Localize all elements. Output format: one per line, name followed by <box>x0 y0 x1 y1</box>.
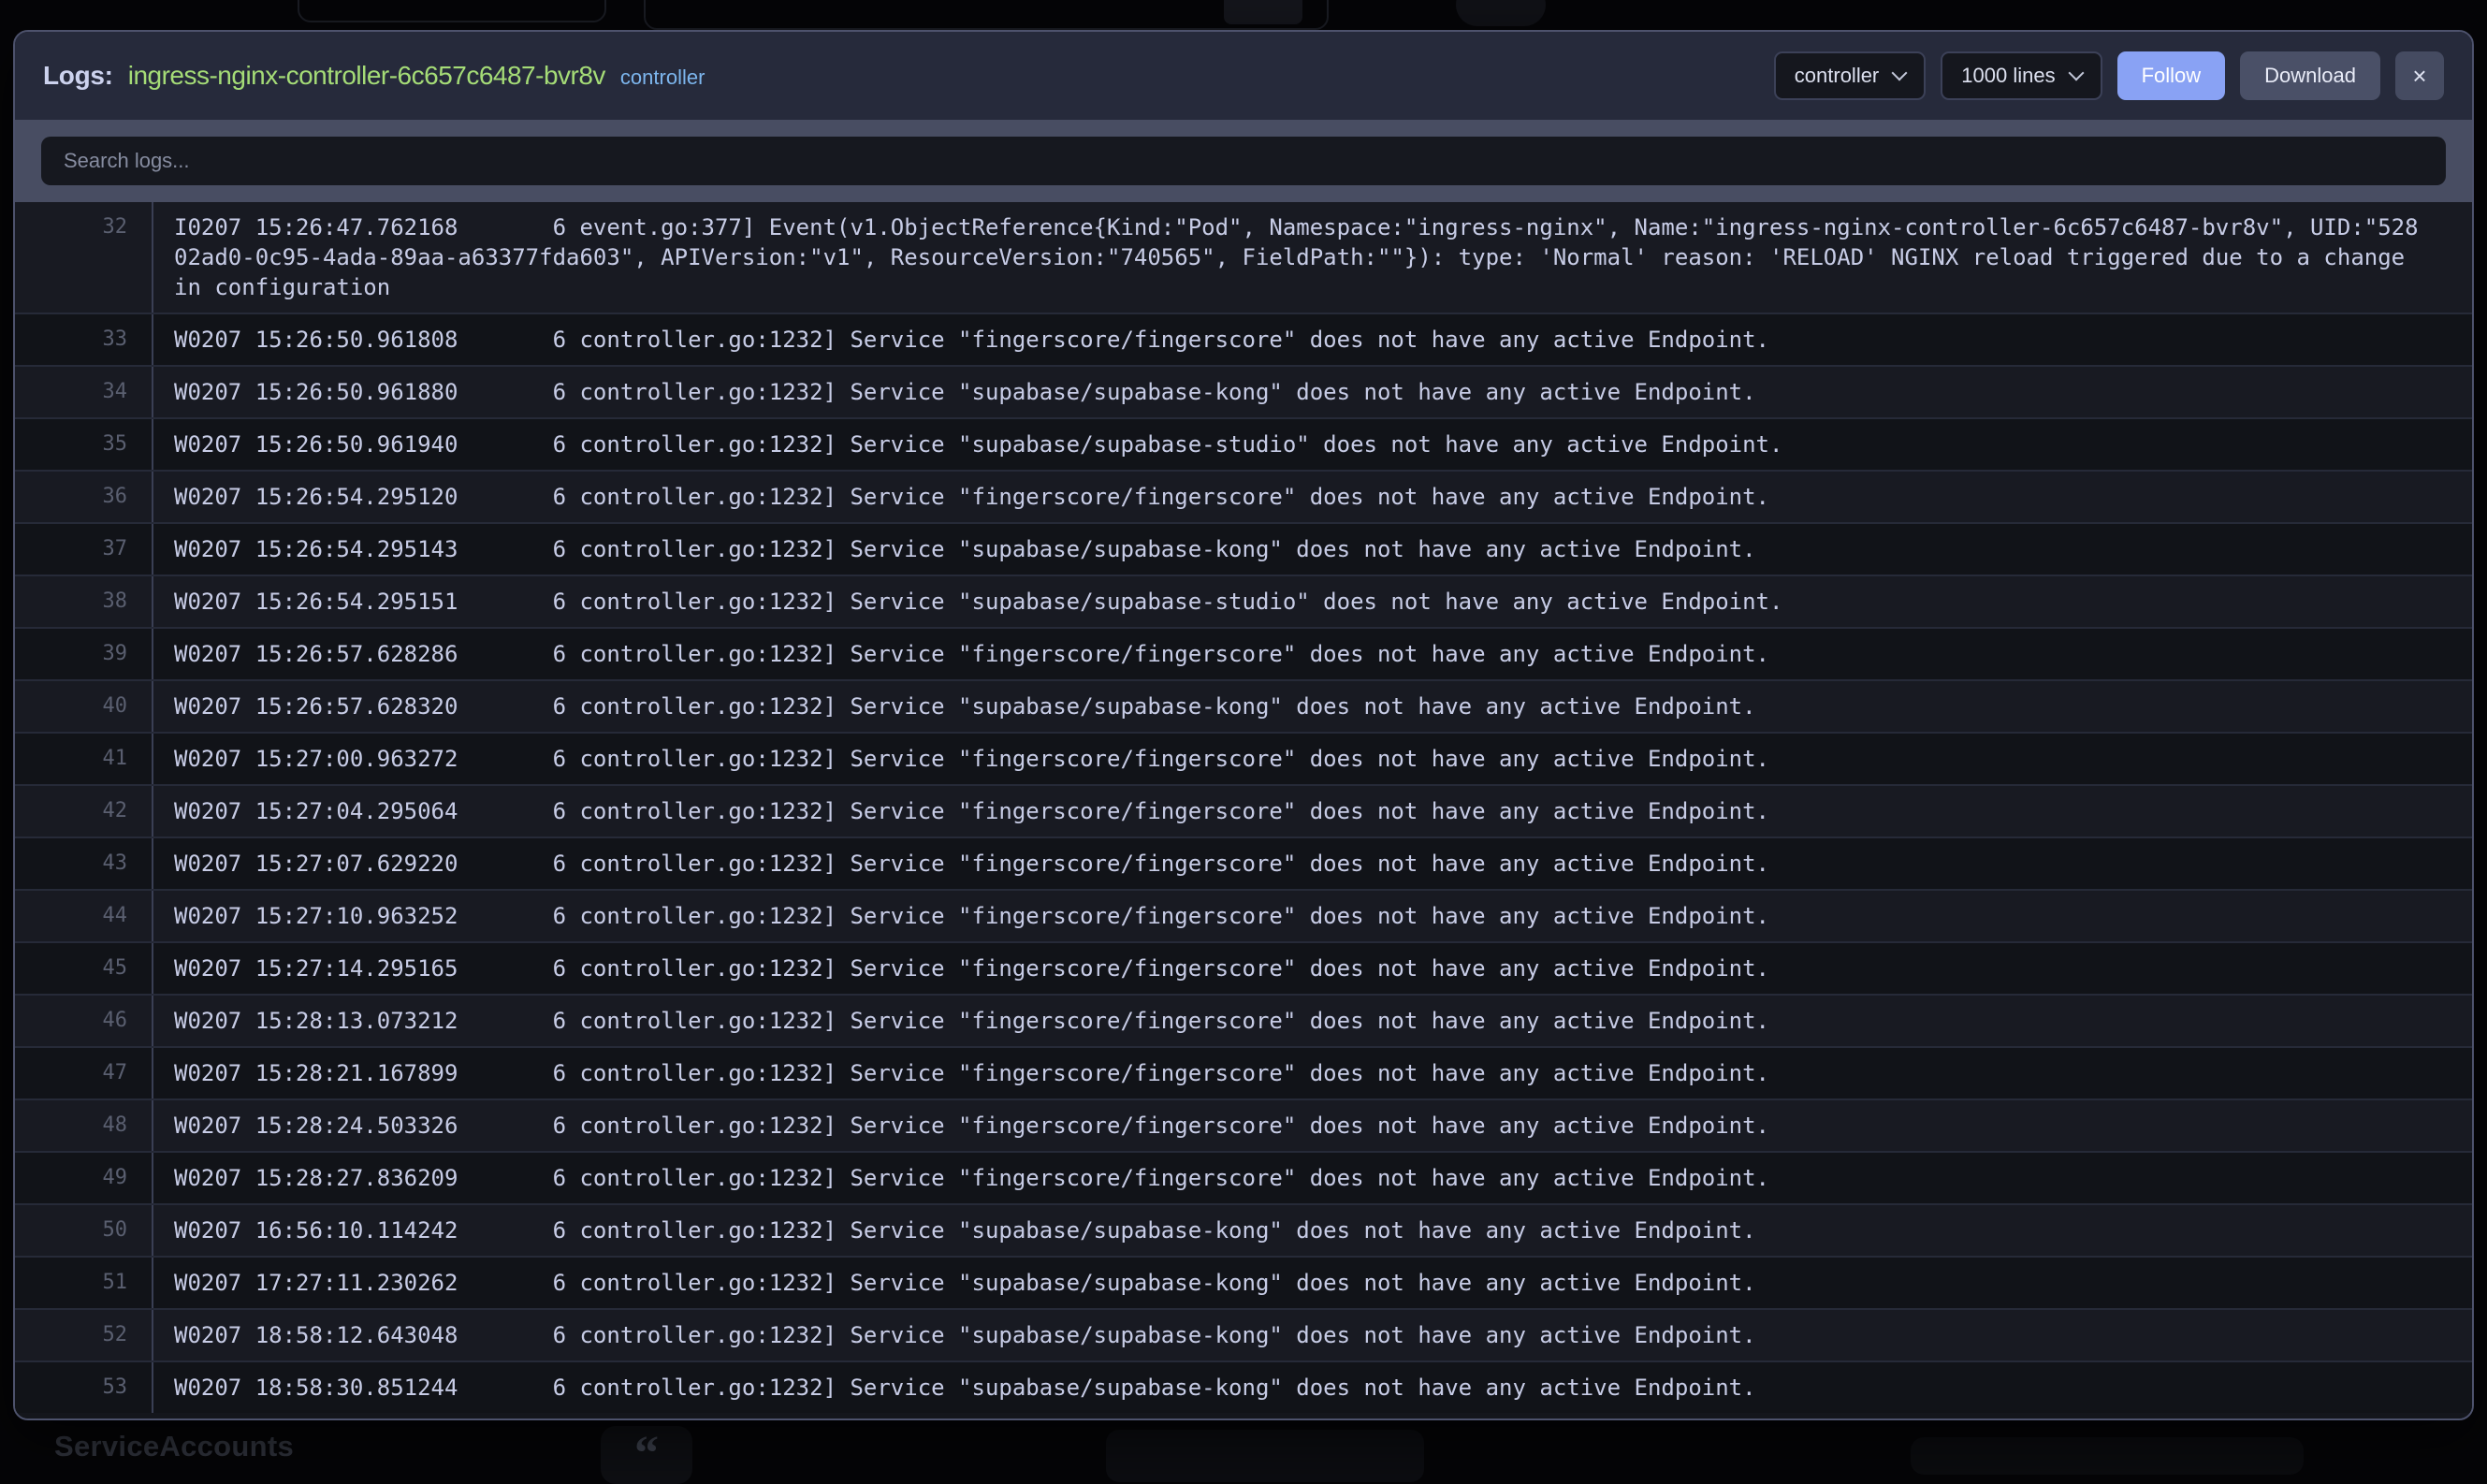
log-line-text: W0207 16:56:10.114242 6 controller.go:12… <box>153 1205 2472 1256</box>
log-line-text: W0207 15:27:00.963272 6 controller.go:12… <box>153 734 2472 784</box>
log-line-number: 33 <box>15 314 153 365</box>
background-quote-icon: “ <box>601 1426 692 1484</box>
log-row: 35 W0207 15:26:50.961940 6 controller.go… <box>15 417 2472 470</box>
log-line-number: 39 <box>15 629 153 679</box>
log-line-number: 42 <box>15 786 153 837</box>
log-row: 48 W0207 15:28:24.503326 6 controller.go… <box>15 1098 2472 1151</box>
container-select[interactable]: controller <box>1774 51 1926 100</box>
log-line-text: W0207 15:28:27.836209 6 controller.go:12… <box>153 1153 2472 1203</box>
log-row: 43 W0207 15:27:07.629220 6 controller.go… <box>15 837 2472 889</box>
log-line-text: W0207 15:28:13.073212 6 controller.go:12… <box>153 996 2472 1046</box>
log-row: 49 W0207 15:28:27.836209 6 controller.go… <box>15 1151 2472 1203</box>
log-line-number: 41 <box>15 734 153 784</box>
log-line-text: W0207 15:27:04.295064 6 controller.go:12… <box>153 786 2472 837</box>
log-row: 40 W0207 15:26:57.628320 6 controller.go… <box>15 679 2472 732</box>
log-line-number: 53 <box>15 1362 153 1413</box>
log-line-number: 37 <box>15 524 153 575</box>
lines-select-value: 1000 lines <box>1961 64 2055 88</box>
log-line-text: W0207 15:28:21.167899 6 controller.go:12… <box>153 1048 2472 1098</box>
background-button-outline <box>298 0 606 22</box>
log-row: 39 W0207 15:26:57.628286 6 controller.go… <box>15 627 2472 679</box>
log-line-text: W0207 15:26:54.295143 6 controller.go:12… <box>153 524 2472 575</box>
background-card-hint-2 <box>1911 1437 2304 1475</box>
log-line-number: 44 <box>15 891 153 941</box>
log-row: 45 W0207 15:27:14.295165 6 controller.go… <box>15 941 2472 994</box>
background-avatar-hint <box>1456 0 1546 26</box>
log-line-text: I0207 15:26:47.762168 6 event.go:377] Ev… <box>153 202 2472 313</box>
log-line-number: 38 <box>15 576 153 627</box>
log-row: 33 W0207 15:26:50.961808 6 controller.go… <box>15 313 2472 365</box>
lines-select[interactable]: 1000 lines <box>1941 51 2102 100</box>
log-line-number: 40 <box>15 681 153 732</box>
log-line-number: 34 <box>15 367 153 417</box>
pod-name: ingress-nginx-controller-6c657c6487-bvr8… <box>128 61 605 91</box>
log-line-text: W0207 18:58:12.643048 6 controller.go:12… <box>153 1310 2472 1360</box>
logs-title-group: Logs: ingress-nginx-controller-6c657c648… <box>43 61 705 91</box>
log-line-text: W0207 15:26:50.961880 6 controller.go:12… <box>153 367 2472 417</box>
search-input[interactable] <box>41 137 2446 185</box>
log-row: 36 W0207 15:26:54.295120 6 controller.go… <box>15 470 2472 522</box>
log-line-number: 46 <box>15 996 153 1046</box>
log-line-text: W0207 15:26:57.628286 6 controller.go:12… <box>153 629 2472 679</box>
log-row: 37 W0207 15:26:54.295143 6 controller.go… <box>15 522 2472 575</box>
download-button[interactable]: Download <box>2240 51 2380 100</box>
log-row: 47 W0207 15:28:21.167899 6 controller.go… <box>15 1046 2472 1098</box>
log-line-text: W0207 15:26:54.295120 6 controller.go:12… <box>153 472 2472 522</box>
log-line-text: W0207 18:58:30.851244 6 controller.go:12… <box>153 1362 2472 1413</box>
log-row: 41 W0207 15:27:00.963272 6 controller.go… <box>15 732 2472 784</box>
log-line-text: W0207 15:28:24.503326 6 controller.go:12… <box>153 1100 2472 1151</box>
log-line-number: 49 <box>15 1153 153 1203</box>
log-line-text: W0207 17:27:11.230262 6 controller.go:12… <box>153 1258 2472 1308</box>
logs-modal: Logs: ingress-nginx-controller-6c657c648… <box>13 30 2474 1420</box>
search-strip <box>15 120 2472 202</box>
logs-title-label: Logs: <box>43 61 113 91</box>
chevron-down-icon <box>2068 65 2084 81</box>
log-row: 52 W0207 18:58:12.643048 6 controller.go… <box>15 1308 2472 1360</box>
log-line-text: W0207 15:26:50.961940 6 controller.go:12… <box>153 419 2472 470</box>
log-row: 51 W0207 17:27:11.230262 6 controller.go… <box>15 1256 2472 1308</box>
log-line-number: 52 <box>15 1310 153 1360</box>
log-line-text: W0207 15:27:14.295165 6 controller.go:12… <box>153 943 2472 994</box>
log-row: 46 W0207 15:28:13.073212 6 controller.go… <box>15 994 2472 1046</box>
background-kbd-hint <box>1224 0 1302 24</box>
log-line-number: 47 <box>15 1048 153 1098</box>
header-controls: controller 1000 lines Follow Download × <box>1774 51 2444 100</box>
log-line-number: 43 <box>15 838 153 889</box>
log-row: 34 W0207 15:26:50.961880 6 controller.go… <box>15 365 2472 417</box>
log-line-number: 45 <box>15 943 153 994</box>
log-row: 44 W0207 15:27:10.963252 6 controller.go… <box>15 889 2472 941</box>
log-line-number: 48 <box>15 1100 153 1151</box>
log-line-text: W0207 15:26:50.961808 6 controller.go:12… <box>153 314 2472 365</box>
log-row: 32 I0207 15:26:47.762168 6 event.go:377]… <box>15 202 2472 313</box>
container-tag: controller <box>620 65 705 90</box>
log-line-text: W0207 15:26:54.295151 6 controller.go:12… <box>153 576 2472 627</box>
log-line-number: 50 <box>15 1205 153 1256</box>
log-row: 42 W0207 15:27:04.295064 6 controller.go… <box>15 784 2472 837</box>
log-line-number: 32 <box>15 202 153 313</box>
background-serviceaccounts-label: ServiceAccounts <box>54 1430 294 1463</box>
chevron-down-icon <box>1892 65 1908 81</box>
log-line-number: 36 <box>15 472 153 522</box>
follow-button[interactable]: Follow <box>2117 51 2226 100</box>
log-row: 53 W0207 18:58:30.851244 6 controller.go… <box>15 1360 2472 1413</box>
container-select-value: controller <box>1795 64 1879 88</box>
log-row: 50 W0207 16:56:10.114242 6 controller.go… <box>15 1203 2472 1256</box>
log-area[interactable]: 32 I0207 15:26:47.762168 6 event.go:377]… <box>15 202 2472 1419</box>
log-row: 38 W0207 15:26:54.295151 6 controller.go… <box>15 575 2472 627</box>
log-line-number: 51 <box>15 1258 153 1308</box>
log-line-number: 35 <box>15 419 153 470</box>
background-card-hint <box>1106 1430 1424 1482</box>
log-line-text: W0207 15:27:07.629220 6 controller.go:12… <box>153 838 2472 889</box>
log-line-text: W0207 15:27:10.963252 6 controller.go:12… <box>153 891 2472 941</box>
log-line-text: W0207 15:26:57.628320 6 controller.go:12… <box>153 681 2472 732</box>
logs-modal-header: Logs: ingress-nginx-controller-6c657c648… <box>15 32 2472 120</box>
close-button[interactable]: × <box>2395 51 2444 100</box>
